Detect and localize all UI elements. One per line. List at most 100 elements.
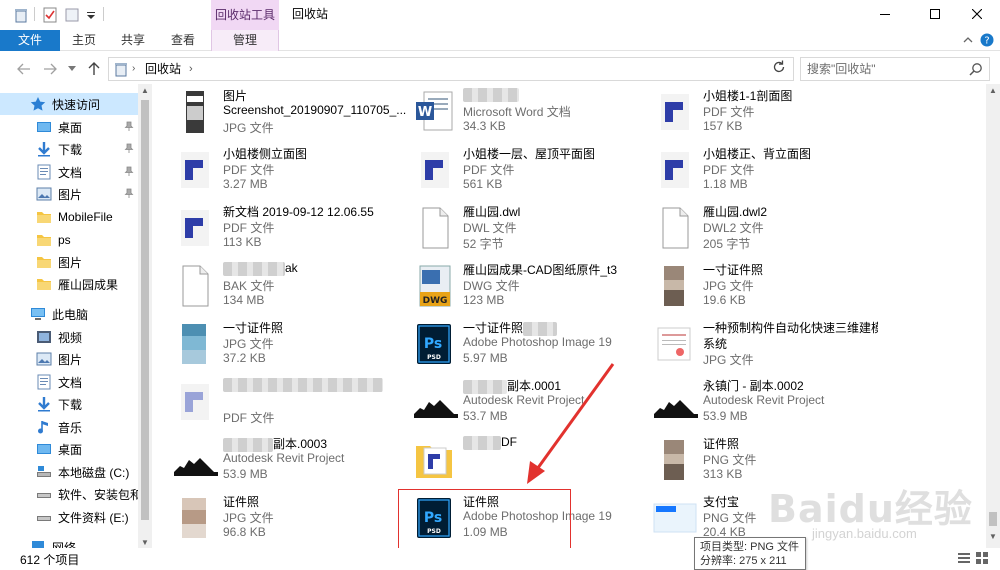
file-item[interactable]: 永镇门 - 副本.0002 Autodesk Revit Project 53.… <box>640 374 870 430</box>
documents-icon <box>37 374 51 390</box>
svg-text:DWG: DWG <box>423 296 448 306</box>
pin-icon[interactable] <box>124 120 134 134</box>
file-item[interactable]: 证件照 JPG 文件 96.8 KB <box>160 490 390 546</box>
nav-drive-c[interactable]: 本地磁盘 (C:) <box>0 461 140 483</box>
forward-button[interactable] <box>40 59 60 79</box>
tab-manage[interactable]: 管理 <box>211 30 279 51</box>
tab-home[interactable]: 主页 <box>64 30 104 51</box>
nav-pc-documents[interactable]: 文档 <box>0 371 140 393</box>
file-item[interactable]: 一种预制构件自动化快速三维建模 系统 JPG 文件 <box>640 316 878 372</box>
file-item[interactable]: 小姐楼1-1剖面图 PDF 文件 157 KB <box>640 84 870 140</box>
recent-locations-button[interactable] <box>62 59 82 79</box>
system-drive-icon <box>37 466 51 477</box>
download-icon <box>38 142 50 157</box>
file-item[interactable]: Ps PSD 证件照 Adobe Photoshop Image 19 1.09 … <box>400 490 630 546</box>
word-document-icon: W <box>416 91 453 131</box>
nav-pictures[interactable]: 图片 <box>0 183 140 205</box>
phone-screenshot-icon <box>186 91 204 133</box>
file-item[interactable]: 图片 Screenshot_20190907_110705_... JPG 文件 <box>160 84 406 140</box>
nav-folder-mobilefile[interactable]: MobileFile <box>0 206 140 228</box>
nav-drive-d[interactable]: 软件、安装包和 <box>0 483 140 505</box>
file-item[interactable]: 雁山园.dwl2 DWL2 文件 205 字节 <box>640 200 870 256</box>
nav-folder-pictures[interactable]: 图片 <box>0 251 140 273</box>
content-scrollbar[interactable]: ▲ ▼ <box>986 84 1000 550</box>
minimize-button[interactable] <box>862 0 908 28</box>
nav-pc-desktop[interactable]: 桌面 <box>0 438 140 460</box>
photoshop-file-icon: Ps PSD <box>417 498 451 538</box>
breadcrumb-chevron-icon[interactable]: › <box>189 58 193 80</box>
file-item[interactable]: W Microsoft Word 文档 34.3 KB <box>400 84 630 140</box>
help-icon[interactable]: ? <box>980 33 994 50</box>
address-bar[interactable]: › 回收站 › ∨ <box>108 57 866 81</box>
file-item[interactable]: 副本.0003 Autodesk Revit Project 53.9 MB <box>160 432 390 488</box>
properties-icon[interactable] <box>42 6 58 24</box>
scrollbar-thumb <box>989 512 997 526</box>
file-item[interactable]: PDF 文件 <box>160 374 390 430</box>
customize-toolbar-icon[interactable] <box>86 6 96 24</box>
up-button[interactable] <box>84 59 104 79</box>
expand-ribbon-icon[interactable] <box>962 34 974 49</box>
pictures-icon <box>36 187 52 201</box>
svg-text:PSD: PSD <box>427 528 441 535</box>
large-icons-view-icon[interactable] <box>976 552 990 564</box>
scrollbar-thumb <box>141 100 149 520</box>
nav-desktop[interactable]: 桌面 <box>0 116 140 138</box>
desktop-icon <box>37 444 51 454</box>
recycle-bin-small-icon <box>113 61 129 80</box>
file-item[interactable]: ak BAK 文件 134 MB <box>160 258 390 314</box>
close-button[interactable] <box>954 0 1000 28</box>
file-item[interactable]: DF <box>400 432 630 488</box>
tab-share[interactable]: 共享 <box>113 30 153 51</box>
nav-this-pc[interactable]: 此电脑 <box>0 303 140 325</box>
pin-icon[interactable] <box>124 187 134 201</box>
nav-folder-yanshanyuan[interactable]: 雁山园成果 <box>0 273 140 295</box>
nav-pc-pictures[interactable]: 图片 <box>0 348 140 370</box>
refresh-button[interactable] <box>770 58 788 76</box>
new-folder-icon[interactable] <box>64 6 80 24</box>
nav-documents[interactable]: 文档 <box>0 161 140 183</box>
folder-icon <box>37 279 51 290</box>
file-item[interactable]: 一寸证件照 JPG 文件 37.2 KB <box>160 316 390 372</box>
search-icon[interactable] <box>969 62 983 79</box>
nav-pane-scrollbar[interactable]: ▲ ▼ <box>138 84 152 550</box>
recycle-bin-icon[interactable] <box>13 6 29 24</box>
breadcrumb-root-chevron-icon[interactable]: › <box>132 58 135 80</box>
maximize-icon <box>930 9 940 19</box>
nav-downloads[interactable]: 下载 <box>0 138 140 160</box>
nav-videos[interactable]: 视频 <box>0 326 140 348</box>
file-item[interactable]: 小姐楼正、背立面图 PDF 文件 1.18 MB <box>640 142 870 198</box>
nav-quick-access[interactable]: 快速访问 <box>0 93 140 115</box>
pin-icon[interactable] <box>124 142 134 156</box>
star-icon <box>30 97 46 111</box>
refresh-icon <box>773 60 785 73</box>
file-item[interactable]: DWG 雁山园成果-CAD图纸原件_t3 DWG 文件 123 MB <box>400 258 630 314</box>
file-item[interactable]: Ps PSD 一寸证件照 Adobe Photoshop Image 19 5.9… <box>400 316 630 372</box>
svg-text:PSD: PSD <box>427 354 441 361</box>
certificate-image-icon <box>657 327 691 361</box>
close-icon <box>972 9 982 19</box>
maximize-button[interactable] <box>912 0 958 28</box>
baidu-watermark: Baidu经验 <box>768 487 973 531</box>
file-item[interactable]: 副本.0001 Autodesk Revit Project 53.7 MB <box>400 374 630 430</box>
nav-pc-downloads[interactable]: 下载 <box>0 393 140 415</box>
nav-music[interactable]: 音乐 <box>0 416 140 438</box>
details-view-icon[interactable] <box>958 552 972 564</box>
tab-file[interactable]: 文件 <box>0 30 60 51</box>
pin-icon[interactable] <box>124 165 134 179</box>
breadcrumb[interactable]: 回收站 <box>145 58 181 80</box>
navigation-pane: 快速访问 桌面 下载 文档 图片 MobileFile ps 图片 雁山园成果 … <box>0 84 152 550</box>
nav-folder-ps[interactable]: ps <box>0 229 140 251</box>
search-box[interactable] <box>800 57 990 81</box>
file-item[interactable]: 一寸证件照 JPG 文件 19.6 KB <box>640 258 870 314</box>
nav-drive-e[interactable]: 文件资料 (E:) <box>0 506 140 528</box>
search-input[interactable] <box>807 61 962 77</box>
photo-thumbnail-icon <box>664 440 684 480</box>
file-item[interactable]: 雁山园.dwl DWL 文件 52 字节 <box>400 200 630 256</box>
forward-arrow-icon <box>44 63 57 75</box>
file-item[interactable]: 新文档 2019-09-12 12.06.55 PDF 文件 113 KB <box>160 200 390 256</box>
file-item[interactable]: 小姐楼侧立面图 PDF 文件 3.27 MB <box>160 142 390 198</box>
baidu-watermark-url: jingyan.baidu.com <box>812 526 917 541</box>
tab-view[interactable]: 查看 <box>163 30 203 51</box>
back-button[interactable] <box>14 59 34 79</box>
file-item[interactable]: 小姐楼一层、屋顶平面图 PDF 文件 561 KB <box>400 142 630 198</box>
